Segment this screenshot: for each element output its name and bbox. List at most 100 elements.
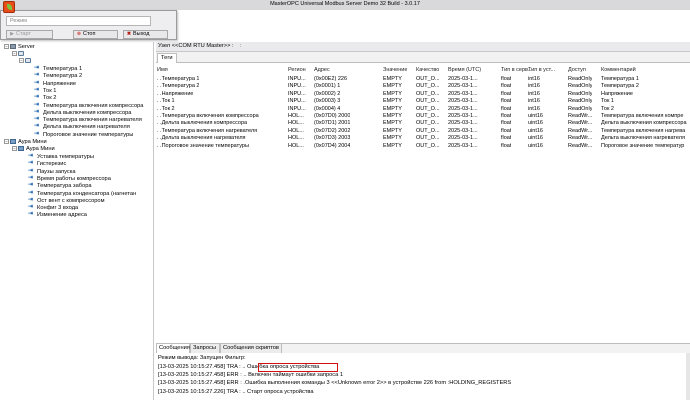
table-cell[interactable]: OUT_O... bbox=[416, 128, 440, 135]
tree-item-server[interactable]: − Server bbox=[4, 44, 35, 51]
table-cell[interactable]: ReadWr... bbox=[568, 120, 592, 127]
table-cell[interactable]: Дельта выключения компрессора bbox=[601, 120, 690, 127]
collapse-icon[interactable]: − bbox=[12, 51, 17, 56]
table-cell[interactable]: ReadOnly bbox=[568, 76, 592, 83]
table-cell[interactable]: EMPTY bbox=[383, 113, 402, 120]
table-cell[interactable]: HOL... bbox=[288, 135, 304, 142]
project-tree[interactable]: − Server − − ⇥ Температура 1 ⇥ Температура 2… bbox=[2, 42, 154, 400]
table-cell[interactable]: INPU... bbox=[288, 76, 306, 83]
table-cell[interactable]: Дельта выключения нагревателя bbox=[601, 135, 690, 142]
table-cell[interactable]: ReadOnly bbox=[568, 83, 592, 90]
collapse-icon[interactable]: − bbox=[4, 139, 9, 144]
table-cell[interactable]: (0x0001) 1 bbox=[314, 83, 340, 90]
table-cell[interactable]: (0x07D0) 2000 bbox=[314, 113, 350, 120]
table-cell[interactable]: float bbox=[501, 113, 511, 120]
table-cell[interactable]: int16 bbox=[528, 76, 540, 83]
table-cell[interactable]: uint16 bbox=[528, 135, 543, 142]
table-cell[interactable]: Напряжение bbox=[601, 91, 690, 98]
table-cell[interactable]: float bbox=[501, 83, 511, 90]
table-cell[interactable]: float bbox=[501, 91, 511, 98]
table-cell[interactable]: EMPTY bbox=[383, 106, 402, 113]
table-cell[interactable]: ReadOnly bbox=[568, 106, 592, 113]
table-cell[interactable]: EMPTY bbox=[383, 120, 402, 127]
table-cell[interactable]: EMPTY bbox=[383, 128, 402, 135]
tree-item-subdevice[interactable]: − Аура Мини bbox=[12, 146, 55, 153]
table-cell[interactable]: . .Ток 1 bbox=[157, 98, 175, 105]
tree-item-device[interactable]: − Аура Мини bbox=[4, 139, 47, 146]
table-cell[interactable]: . .Ток 2 bbox=[157, 106, 175, 113]
table-cell[interactable]: int16 bbox=[528, 91, 540, 98]
tree-item-tag[interactable]: ⇥ Дельта выключения компрессора bbox=[34, 109, 131, 116]
table-cell[interactable]: 2025-03-1... bbox=[448, 106, 478, 113]
table-cell[interactable]: EMPTY bbox=[383, 76, 402, 83]
tree-item-tag[interactable]: ⇥ Паузы запуска bbox=[28, 168, 76, 175]
table-cell[interactable]: float bbox=[501, 143, 511, 150]
column-header[interactable]: Тип в уст... bbox=[528, 67, 555, 74]
table-cell[interactable]: 2025-03-1... bbox=[448, 91, 478, 98]
table-cell[interactable]: uint16 bbox=[528, 143, 543, 150]
table-cell[interactable]: (0x07D2) 2002 bbox=[314, 128, 350, 135]
table-cell[interactable]: 2025-03-1... bbox=[448, 135, 478, 142]
table-cell[interactable]: ReadOnly bbox=[568, 98, 592, 105]
table-cell[interactable]: . .Дельта выключения нагревателя bbox=[157, 135, 246, 142]
messages-panel[interactable]: Режим вывода: Запущен Фильтр: [13-03-202… bbox=[156, 353, 690, 400]
column-header[interactable]: Имя bbox=[157, 67, 168, 74]
table-cell[interactable]: Ток 2 bbox=[601, 106, 690, 113]
table-cell[interactable]: Температура 1 bbox=[601, 76, 690, 83]
table-cell[interactable]: float bbox=[501, 120, 511, 127]
tree-item-node-sub[interactable]: − bbox=[19, 58, 33, 65]
table-cell[interactable]: float bbox=[501, 98, 511, 105]
tree-item-tag[interactable]: ⇥ Конфиг 3 входа bbox=[28, 204, 78, 211]
column-header[interactable]: Доступ bbox=[568, 67, 586, 74]
table-cell[interactable]: INPU... bbox=[288, 98, 306, 105]
collapse-icon[interactable]: − bbox=[4, 44, 9, 49]
table-cell[interactable]: uint16 bbox=[528, 113, 543, 120]
tree-item-tag[interactable]: ⇥ Уставка температуры bbox=[28, 153, 94, 160]
table-cell[interactable]: . .Температура 1 bbox=[157, 76, 199, 83]
collapse-icon[interactable]: − bbox=[19, 58, 24, 63]
tree-item-tag[interactable]: ⇥ Напряжение bbox=[34, 80, 76, 87]
table-cell[interactable]: OUT_O... bbox=[416, 91, 440, 98]
messages-scrollbar[interactable] bbox=[686, 353, 690, 400]
tree-item-tag[interactable]: ⇥ Ток 2 bbox=[34, 94, 56, 101]
table-cell[interactable]: HOL... bbox=[288, 120, 304, 127]
tree-item-tag[interactable]: ⇥ Дельта выключения нагревателя bbox=[34, 123, 130, 130]
table-cell[interactable]: uint16 bbox=[528, 120, 543, 127]
tree-item-tag[interactable]: ⇥ Время работы компрессора bbox=[28, 175, 111, 182]
table-cell[interactable]: EMPTY bbox=[383, 98, 402, 105]
node-close[interactable]: : bbox=[240, 43, 242, 49]
table-cell[interactable]: 2025-03-1... bbox=[448, 98, 478, 105]
table-cell[interactable]: (0x07D1) 2001 bbox=[314, 120, 350, 127]
table-cell[interactable]: 2025-03-1... bbox=[448, 128, 478, 135]
app-logo-icon[interactable] bbox=[3, 1, 15, 13]
table-cell[interactable]: ReadWr... bbox=[568, 143, 592, 150]
table-cell[interactable]: uint16 bbox=[528, 128, 543, 135]
tree-item-tag[interactable]: ⇥ Ток 1 bbox=[34, 87, 56, 94]
column-header[interactable]: Адрес bbox=[314, 67, 330, 74]
table-cell[interactable]: (0x07D3) 2003 bbox=[314, 135, 350, 142]
tree-item-tag[interactable]: ⇥ Температура забора bbox=[28, 182, 92, 189]
table-cell[interactable]: Температура включения компре bbox=[601, 113, 690, 120]
table-cell[interactable]: (0x07D4) 2004 bbox=[314, 143, 350, 150]
table-cell[interactable]: OUT_O... bbox=[416, 83, 440, 90]
column-header[interactable]: Время (UTC) bbox=[448, 67, 481, 74]
table-cell[interactable]: 2025-03-1... bbox=[448, 76, 478, 83]
tree-item-tag[interactable]: ⇥ Температура 2 bbox=[34, 72, 82, 79]
mode-combobox[interactable]: Режим bbox=[6, 16, 151, 26]
table-cell[interactable]: EMPTY bbox=[383, 135, 402, 142]
table-cell[interactable]: int16 bbox=[528, 98, 540, 105]
table-cell[interactable]: ReadOnly bbox=[568, 91, 592, 98]
table-cell[interactable]: . .Дельта выключения компрессора bbox=[157, 120, 247, 127]
table-cell[interactable]: OUT_O... bbox=[416, 113, 440, 120]
table-cell[interactable]: float bbox=[501, 128, 511, 135]
table-cell[interactable]: int16 bbox=[528, 83, 540, 90]
column-header[interactable]: Комментарий bbox=[601, 67, 636, 74]
table-cell[interactable]: INPU... bbox=[288, 106, 306, 113]
table-cell[interactable]: ReadWr... bbox=[568, 135, 592, 142]
table-cell[interactable]: . .Пороговое значение температуры bbox=[157, 143, 249, 150]
collapse-icon[interactable]: − bbox=[12, 146, 17, 151]
table-cell[interactable]: . .Температура включения компрессора bbox=[157, 113, 259, 120]
table-cell[interactable]: EMPTY bbox=[383, 143, 402, 150]
column-header[interactable]: Значение bbox=[383, 67, 407, 74]
tree-item-node[interactable]: − bbox=[12, 51, 26, 58]
